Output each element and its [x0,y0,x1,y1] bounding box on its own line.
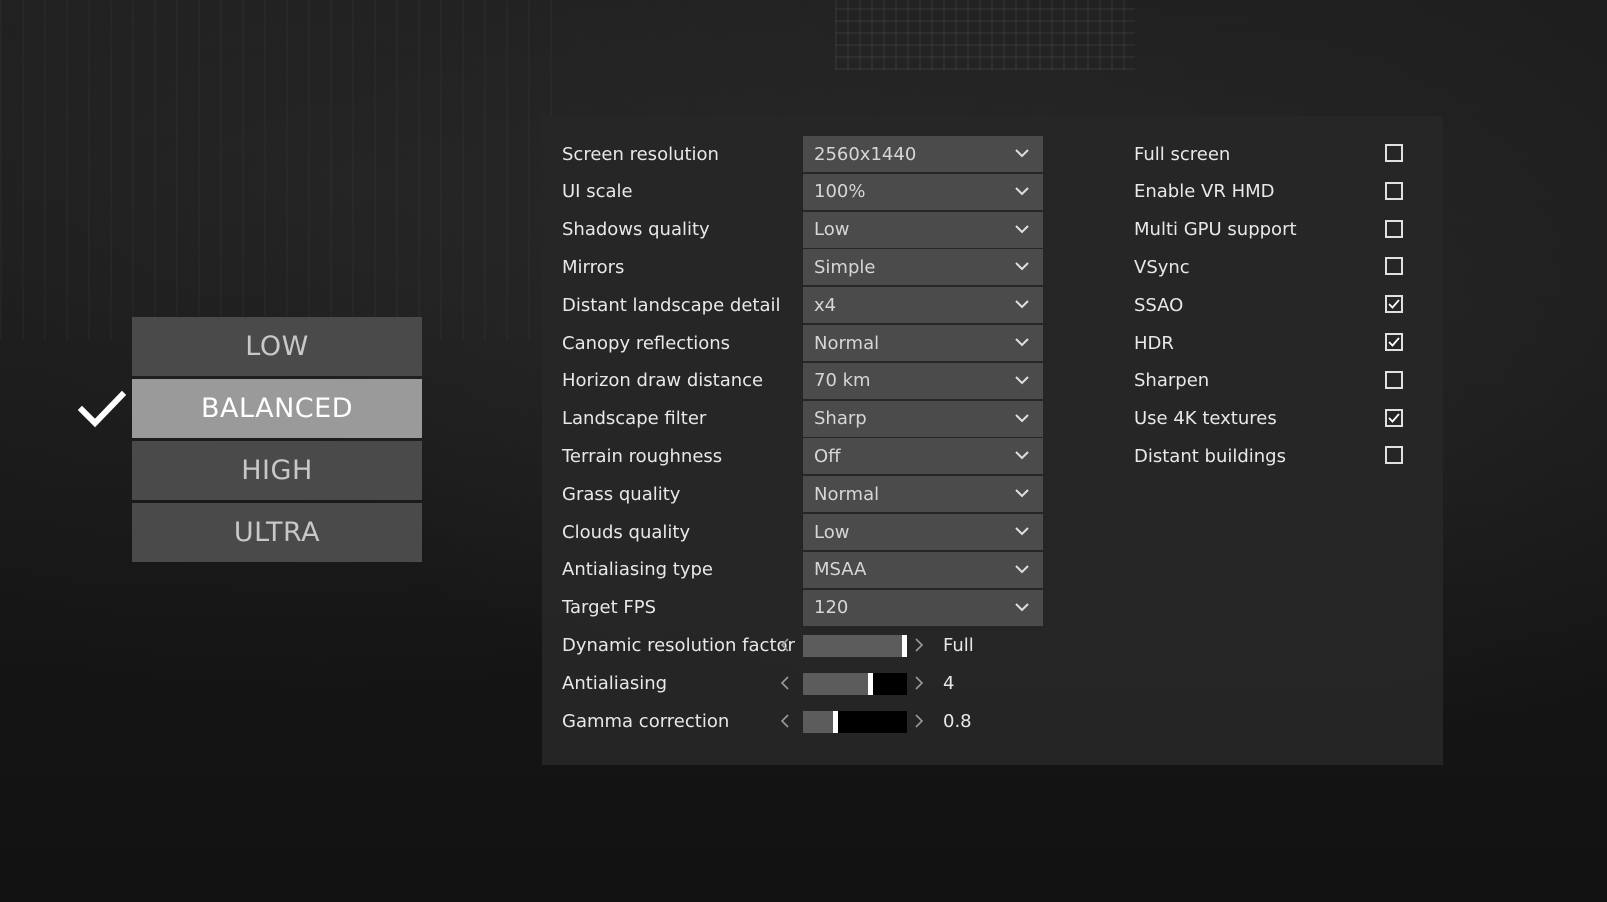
slider-value: Full [943,634,974,656]
checkbox[interactable] [1385,370,1403,389]
checkbox-label: VSync [1134,256,1190,278]
preset-low-button[interactable]: LOW [132,317,422,376]
slider-label: Dynamic resolution factor [562,634,795,656]
checkbox-row: Multi GPU support [542,212,1443,248]
checkbox-row: VSync [542,249,1443,285]
slider-fill [803,635,902,658]
setting-label: Clouds quality [562,521,691,543]
checkbox[interactable] [1385,257,1403,276]
checkbox-label: SSAO [1134,294,1184,316]
slider-value: 4 [943,672,955,694]
setting-row: Antialiasing type MSAA [542,551,1082,588]
slider-decrease-icon[interactable] [780,676,790,690]
slider-track[interactable] [803,673,907,696]
setting-dropdown[interactable]: Low [803,514,1043,550]
checkbox[interactable] [1385,219,1403,238]
slider-track[interactable] [803,635,907,658]
checkbox[interactable] [1385,181,1403,200]
slider-thumb[interactable] [833,711,838,733]
hangar-window-grid [835,0,1135,70]
checkbox-label: Use 4K textures [1134,408,1277,430]
checkbox[interactable] [1385,333,1403,351]
chevron-down-icon [1015,489,1029,498]
setting-dropdown[interactable]: Normal [803,476,1043,513]
chevron-down-icon [1015,565,1029,574]
slider-value: 0.8 [943,710,972,732]
setting-label: Antialiasing type [562,559,713,581]
slider-row: Gamma correction 0.8 [542,703,1082,739]
checkbox[interactable] [1385,144,1403,162]
preset-high-button[interactable]: HIGH [132,441,422,500]
hangar-wall-texture [0,0,560,340]
setting-label: Grass quality [562,483,681,505]
checkbox-label: Distant buildings [1134,445,1286,467]
quality-preset-list: LOW BALANCED HIGH ULTRA [132,317,422,565]
setting-row: Grass quality Normal [542,476,1082,513]
chevron-down-icon [1015,602,1029,612]
slider-thumb[interactable] [868,673,873,696]
setting-label: Target FPS [562,597,657,619]
checkbox-row: HDR [542,325,1443,361]
graphics-settings-panel: Screen resolution 2560x1440 UI scale 100% Sh… [542,116,1443,765]
checkmark-icon [1388,413,1400,423]
checkbox[interactable] [1385,295,1403,314]
setting-dropdown[interactable]: 120 [803,589,1043,626]
chevron-down-icon [1015,527,1029,536]
slider-fill [803,711,833,733]
slider-label: Gamma correction [562,710,730,732]
checkbox-label: HDR [1134,332,1174,354]
preset-balanced-button[interactable]: BALANCED [132,379,422,438]
dropdown-value: 120 [814,597,849,619]
checkbox-row: Distant buildings [542,438,1443,474]
slider-thumb[interactable] [902,635,907,658]
slider-track[interactable] [803,711,907,733]
setting-dropdown[interactable]: MSAA [803,551,1043,588]
slider-increase-icon[interactable] [914,714,924,728]
checkmark-icon [1388,337,1400,347]
dropdown-value: Normal [814,483,880,505]
checkbox-row: SSAO [542,287,1443,323]
checkbox-row: Full screen [542,136,1443,172]
dropdown-value: MSAA [814,559,867,581]
slider-decrease-icon[interactable] [780,714,790,728]
checkmark-icon [1388,299,1400,310]
setting-row: Target FPS 120 [542,589,1082,626]
setting-row: Clouds quality Low [542,514,1082,550]
slider-row: Dynamic resolution factor Full [542,627,1082,663]
slider-row: Antialiasing 4 [542,665,1082,701]
slider-increase-icon[interactable] [914,638,924,652]
checkmark-icon [78,390,126,428]
checkbox-row: Enable VR HMD [542,174,1443,210]
slider-label: Antialiasing [562,672,668,694]
checkbox-label: Sharpen [1134,370,1210,392]
preset-ultra-button[interactable]: ULTRA [132,503,422,562]
slider-decrease-icon[interactable] [780,638,790,652]
checkbox-label: Multi GPU support [1134,219,1297,241]
slider-increase-icon[interactable] [914,676,924,690]
checkbox-label: Full screen [1134,143,1231,165]
slider-fill [803,673,868,696]
checkbox[interactable] [1385,408,1403,427]
checkbox[interactable] [1385,446,1403,465]
checkbox-row: Sharpen [542,363,1443,399]
dropdown-value: Low [814,521,850,543]
checkbox-row: Use 4K textures [542,401,1443,437]
checkbox-label: Enable VR HMD [1134,181,1275,203]
